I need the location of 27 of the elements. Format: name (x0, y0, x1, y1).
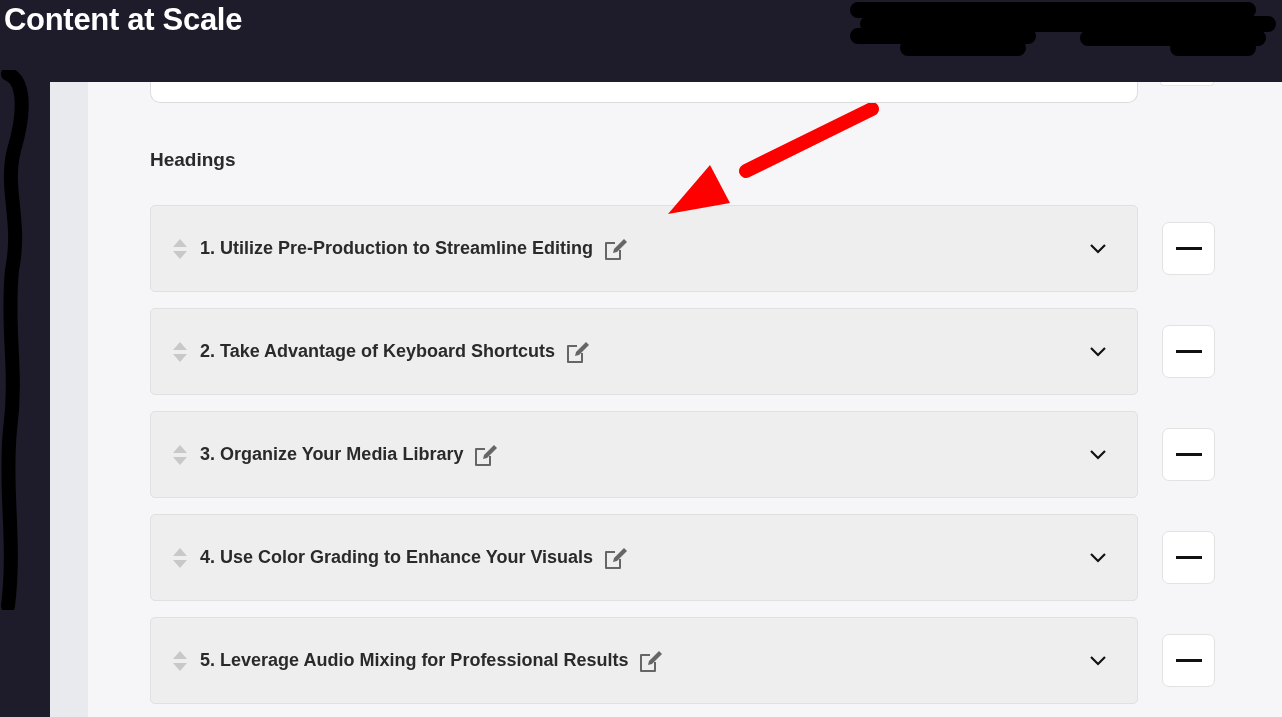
minus-icon (1175, 658, 1202, 663)
app-title: Content at Scale (4, 2, 243, 38)
chevron-down-icon[interactable] (1089, 345, 1107, 358)
heading-text: 4. Use Color Grading to Enhance Your Visuals (200, 547, 594, 568)
heading-text: 1. Utilize Pre-Production to Streamline Editing (200, 238, 594, 259)
heading-text: 2. Take Advantage of Keyboard Shortcuts (200, 341, 556, 362)
edit-icon[interactable] (473, 442, 500, 467)
section-heading: Headings (150, 148, 236, 172)
heading-item[interactable]: 5. Leverage Audio Mixing for Professional Results (150, 617, 1138, 704)
minus-icon (1175, 555, 1202, 560)
chevron-down-icon[interactable] (1089, 654, 1107, 667)
edit-icon[interactable] (603, 545, 630, 570)
edit-icon[interactable] (603, 236, 630, 261)
heading-item[interactable]: 3. Organize Your Media Library (150, 411, 1138, 498)
chevron-down-icon[interactable] (1089, 551, 1107, 564)
heading-item[interactable]: 4. Use Color Grading to Enhance Your Visuals (150, 514, 1138, 601)
heading-item[interactable]: 1. Utilize Pre-Production to Streamline Editing (150, 205, 1138, 292)
heading-item[interactable]: 2. Take Advantage of Keyboard Shortcuts (150, 308, 1138, 395)
chevron-down-icon[interactable] (1089, 242, 1107, 255)
heading-text: 5. Leverage Audio Mixing for Professional Results (200, 650, 629, 671)
minus-icon (1175, 452, 1202, 457)
heading-text: 3. Organize Your Media Library (200, 444, 464, 465)
edit-icon[interactable] (638, 648, 665, 673)
minus-icon (1175, 246, 1202, 251)
minus-icon (1175, 349, 1202, 354)
edit-icon[interactable] (565, 339, 592, 364)
chevron-down-icon[interactable] (1089, 448, 1107, 461)
